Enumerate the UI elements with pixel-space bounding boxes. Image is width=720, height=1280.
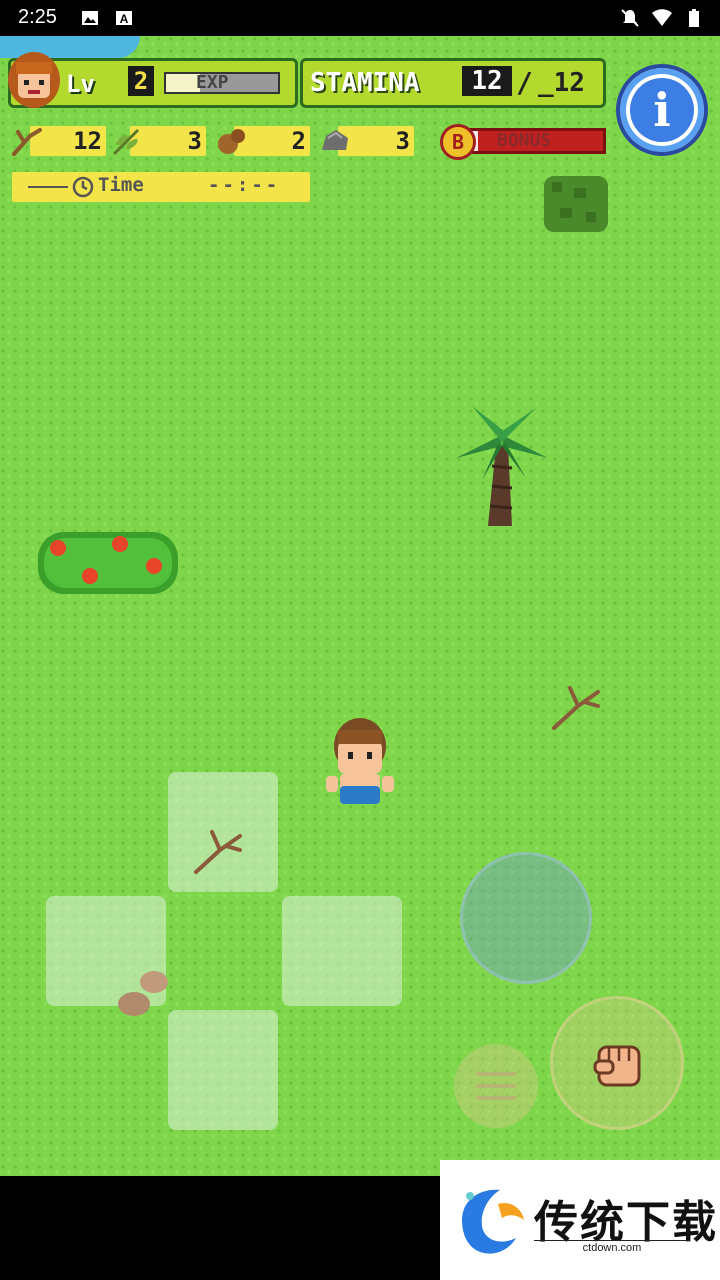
resource-herb: 3 xyxy=(110,126,206,156)
time-value: --:-- xyxy=(208,174,281,196)
exp-bar: EXP xyxy=(164,72,280,94)
exp-bar-fill xyxy=(166,74,200,92)
game-world[interactable]: Lv 2 EXP STAMINA 12 / _12 i 12 3 2 3 BON… xyxy=(0,36,720,1176)
bonus-bar: BONUS xyxy=(468,128,606,154)
grass-tuft-sprite[interactable] xyxy=(540,168,612,240)
resource-nut: 2 xyxy=(214,126,310,156)
stamina-slash: / xyxy=(516,66,533,99)
resource-stone: 3 xyxy=(318,126,414,156)
image-notification-icon xyxy=(82,11,98,25)
info-icon: i xyxy=(630,78,694,142)
resource-count-herb: 3 xyxy=(187,127,202,155)
dpad-down-button[interactable] xyxy=(168,1010,278,1130)
menu-button[interactable] xyxy=(454,1044,538,1128)
action-punch-button[interactable] xyxy=(550,996,684,1130)
menu-line xyxy=(476,1084,516,1088)
branch-pickup-sprite[interactable] xyxy=(190,826,246,878)
stamina-current: 12 xyxy=(462,66,512,96)
menu-line xyxy=(476,1072,516,1076)
bonus-meter[interactable]: BONUS B xyxy=(440,124,606,160)
notifications-off-icon xyxy=(621,9,639,27)
resource-count-stone: 3 xyxy=(395,127,410,155)
watermark-url: ctdown.com xyxy=(534,1240,690,1254)
player-avatar-icon xyxy=(8,52,60,108)
resource-count-branch: 12 xyxy=(73,127,102,155)
level-label: Lv xyxy=(66,70,95,98)
branch-pickup-sprite[interactable] xyxy=(548,682,604,734)
system-status-bar: 2:25 A xyxy=(0,0,720,36)
nut-icon xyxy=(218,129,245,154)
app-notification-icon: A xyxy=(116,11,132,26)
herb-icon xyxy=(112,128,140,156)
clock-icon xyxy=(72,176,94,198)
info-symbol: i xyxy=(653,83,671,137)
svg-text:A: A xyxy=(120,12,129,26)
resource-count-nut: 2 xyxy=(291,127,306,155)
time-dash xyxy=(28,186,68,188)
dpad-right-button[interactable] xyxy=(282,896,402,1006)
stamina-max: _12 xyxy=(538,68,585,98)
stone-pickup-sprite[interactable] xyxy=(114,964,174,1020)
virtual-joystick[interactable] xyxy=(460,852,592,984)
berry-bush-sprite[interactable] xyxy=(36,526,180,598)
stamina-label: STAMINA xyxy=(310,68,420,98)
status-time: 2:25 xyxy=(18,6,57,28)
resource-branch: 12 xyxy=(10,126,106,156)
player-character-sprite[interactable] xyxy=(322,716,398,812)
bonus-coin-icon: B xyxy=(440,124,476,160)
bonus-label: BONUS xyxy=(497,130,552,151)
palm-tree-sprite[interactable] xyxy=(452,396,552,532)
ctdown-logo-icon xyxy=(462,1189,524,1254)
level-value: 2 xyxy=(128,66,154,96)
menu-line xyxy=(476,1096,516,1100)
time-panel: Time --:-- xyxy=(12,172,310,202)
branch-icon xyxy=(12,128,42,156)
time-label: Time xyxy=(98,174,144,196)
info-button[interactable]: i xyxy=(616,64,708,156)
battery-icon xyxy=(689,9,699,27)
fist-icon xyxy=(593,1045,641,1087)
watermark-banner: 传统下载 ctdown.com xyxy=(440,1160,720,1280)
exp-label: EXP xyxy=(196,72,229,93)
wifi-icon xyxy=(652,9,672,26)
stone-icon xyxy=(322,130,348,150)
